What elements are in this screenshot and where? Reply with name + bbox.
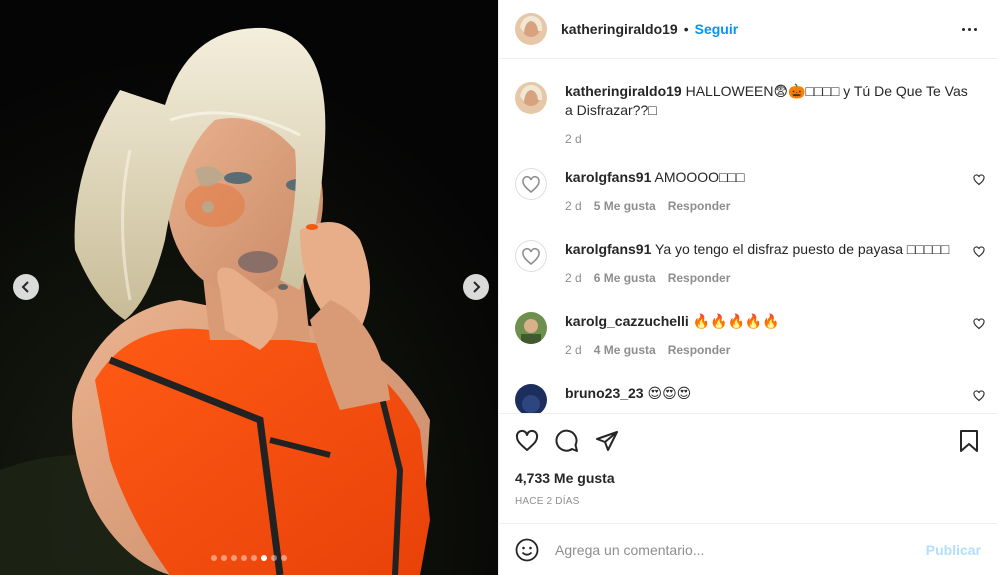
heart-icon[interactable] [515, 429, 539, 453]
actions-section: 4,733 Me gusta HACE 2 DÍAS [499, 413, 997, 507]
comment-body: karolg_cazzuchelli 🔥🔥🔥🔥🔥 2 d 4 Me gusta Res… [565, 312, 997, 357]
carousel-dot [261, 555, 267, 561]
carousel-dot [271, 555, 277, 561]
commenter-avatar[interactable] [515, 312, 547, 344]
caption-text: katheringiraldo19 HALLOWEEN😨🎃□□□□ y Tú D… [565, 82, 970, 120]
comment-meta: 2 d 6 Me gusta Responder [565, 271, 997, 285]
comment-item: bruno23_23 😍😍😍 [515, 384, 997, 413]
carousel-dot [241, 555, 247, 561]
comment-age: 2 d [565, 271, 582, 285]
carousel-dot [231, 555, 237, 561]
carousel-dot [221, 555, 227, 561]
commenter-username[interactable]: karolg_cazzuchelli [565, 313, 689, 329]
comments-list[interactable]: katheringiraldo19 HALLOWEEN😨🎃□□□□ y Tú D… [499, 60, 997, 413]
comment-like-icon[interactable] [973, 174, 985, 186]
comment-likes[interactable]: 5 Me gusta [594, 199, 656, 213]
reply-button[interactable]: Responder [668, 343, 731, 357]
carousel-dot [211, 555, 217, 561]
comment-line: bruno23_23 😍😍😍 [565, 384, 997, 402]
author-username[interactable]: katheringiraldo19 [561, 21, 678, 37]
caption-age: 2 d [565, 132, 582, 146]
commenter-username[interactable]: karolgfans91 [565, 241, 651, 257]
comment-line: karolgfans91 AMOOOO□□□ [565, 168, 997, 186]
comment-likes[interactable]: 6 Me gusta [594, 271, 656, 285]
comment-likes[interactable]: 4 Me gusta [594, 343, 656, 357]
post-caption: katheringiraldo19 HALLOWEEN😨🎃□□□□ y Tú D… [515, 60, 981, 146]
comment-text: AMOOOO□□□ [654, 169, 745, 185]
comment-body: karolgfans91 AMOOOO□□□ 2 d 5 Me gusta Respo… [565, 168, 997, 213]
commenter-username[interactable]: bruno23_23 [565, 385, 644, 401]
post-photo [0, 0, 498, 575]
comment-body: bruno23_23 😍😍😍 [565, 384, 997, 413]
carousel-dot [281, 555, 287, 561]
comment-text: Ya yo tengo el disfraz puesto de payasa … [655, 241, 950, 257]
post-side-panel: katheringiraldo19 • Seguir katheringiral… [498, 0, 997, 575]
carousel-next-button[interactable] [463, 274, 489, 300]
action-buttons [499, 414, 997, 468]
comment-text: 😍😍😍 [647, 385, 692, 401]
reply-button[interactable]: Responder [668, 199, 731, 213]
comment-age: 2 d [565, 343, 582, 357]
commenter-avatar[interactable] [515, 384, 547, 413]
author-avatar[interactable] [515, 13, 547, 45]
comment-meta: 2 d 5 Me gusta Responder [565, 199, 997, 213]
reply-button[interactable]: Responder [668, 271, 731, 285]
post-header: katheringiraldo19 • Seguir [499, 0, 997, 59]
commenter-username[interactable]: karolgfans91 [565, 169, 651, 185]
caption-username[interactable]: katheringiraldo19 [565, 83, 682, 99]
emoji-icon[interactable] [515, 538, 539, 562]
carousel-indicator [0, 555, 498, 561]
likes-count[interactable]: 4,733 Me gusta [515, 470, 615, 486]
post-media [0, 0, 498, 575]
chevron-left-icon [21, 281, 29, 293]
comment-age: 2 d [565, 199, 582, 213]
comment-text: 🔥🔥🔥🔥🔥 [692, 313, 780, 329]
comment-like-icon[interactable] [973, 390, 985, 402]
add-comment-bar: Publicar [499, 523, 997, 575]
publish-button[interactable]: Publicar [926, 542, 981, 558]
carousel-dot [251, 555, 257, 561]
share-icon[interactable] [595, 429, 619, 453]
commenter-avatar[interactable] [515, 168, 547, 200]
comment-body: karolgfans91 Ya yo tengo el disfraz pues… [565, 240, 997, 285]
commenter-avatar[interactable] [515, 240, 547, 272]
comment-item: karolgfans91 Ya yo tengo el disfraz pues… [515, 240, 997, 285]
comment-line: karolgfans91 Ya yo tengo el disfraz pues… [565, 240, 997, 258]
comment-line: karolg_cazzuchelli 🔥🔥🔥🔥🔥 [565, 312, 997, 330]
comment-icon[interactable] [555, 429, 579, 453]
post-age[interactable]: HACE 2 DÍAS [515, 496, 579, 507]
comment-item: karolg_cazzuchelli 🔥🔥🔥🔥🔥 2 d 4 Me gusta Res… [515, 312, 997, 357]
comment-meta: 2 d 4 Me gusta Responder [565, 343, 997, 357]
bookmark-icon[interactable] [957, 429, 981, 453]
chevron-right-icon [473, 281, 481, 293]
comment-input[interactable] [555, 541, 926, 558]
more-icon[interactable] [958, 24, 981, 35]
comment-item: karolgfans91 AMOOOO□□□ 2 d 5 Me gusta Respo… [515, 168, 997, 213]
comment-like-icon[interactable] [973, 246, 985, 258]
post-modal: katheringiraldo19 • Seguir katheringiral… [0, 0, 997, 575]
follow-button[interactable]: Seguir [695, 21, 739, 37]
comment-like-icon[interactable] [973, 318, 985, 330]
carousel-prev-button[interactable] [13, 274, 39, 300]
separator-dot: • [683, 21, 689, 37]
caption-avatar[interactable] [515, 82, 547, 114]
